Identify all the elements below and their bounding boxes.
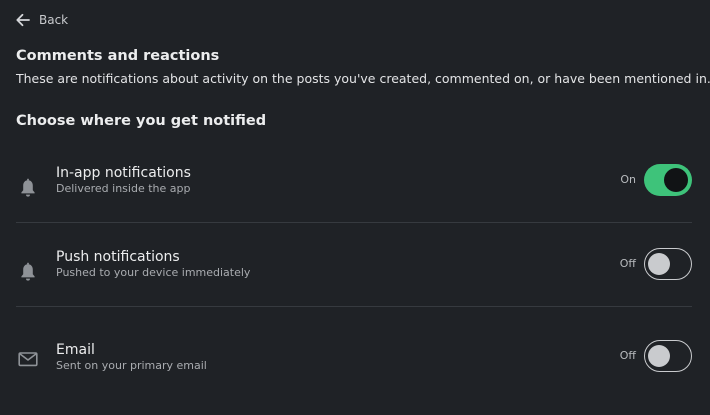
setting-description: Delivered inside the app	[56, 182, 191, 195]
push-notifications-toggle[interactable]	[644, 248, 692, 280]
in-app-notifications-toggle[interactable]	[644, 164, 692, 196]
toggle-knob	[648, 344, 670, 367]
section-heading: Choose where you get notified	[16, 113, 267, 129]
toggle-state-label: Off	[619, 349, 636, 362]
toggle-state-label: Off	[619, 257, 636, 270]
divider	[16, 306, 692, 307]
toggle-knob	[664, 168, 688, 192]
toggle-knob	[648, 252, 670, 275]
arrow-left-icon	[15, 12, 31, 28]
back-button[interactable]: Back	[15, 12, 68, 28]
page-description: These are notifications about activity o…	[16, 71, 710, 86]
notification-settings-page: Back Comments and reactions These are no…	[0, 0, 710, 415]
setting-description: Pushed to your device immediately	[56, 266, 251, 279]
divider	[16, 222, 692, 223]
setting-row-push: Push notifications Pushed to your device…	[16, 248, 692, 298]
bell-icon	[16, 176, 40, 200]
page-title: Comments and reactions	[16, 48, 220, 64]
setting-label: Push notifications	[56, 249, 180, 265]
setting-label: In-app notifications	[56, 165, 191, 181]
setting-row-email: Email Sent on your primary email Off	[16, 340, 692, 390]
setting-description: Sent on your primary email	[56, 359, 207, 372]
setting-label: Email	[56, 342, 95, 358]
envelope-icon	[16, 347, 40, 371]
email-notifications-toggle[interactable]	[644, 340, 692, 372]
bell-icon	[16, 260, 40, 284]
back-label: Back	[39, 13, 69, 27]
toggle-state-label: On	[620, 173, 636, 186]
setting-row-in-app: In-app notifications Delivered inside th…	[16, 164, 692, 214]
